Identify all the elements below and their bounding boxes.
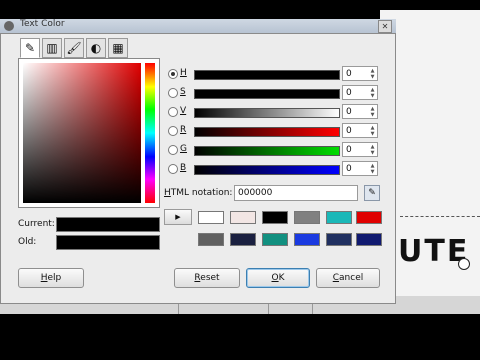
- html-notation-label: HTML notation:: [164, 188, 233, 198]
- history-swatch-6[interactable]: [356, 211, 382, 224]
- history-swatch-12[interactable]: [356, 233, 382, 246]
- history-swatch-2[interactable]: [230, 211, 256, 224]
- spin-r[interactable]: 0 ▲ ▼: [342, 123, 378, 138]
- slider-v[interactable]: [194, 108, 340, 118]
- palette-icon: ▦: [112, 41, 124, 55]
- slider-g[interactable]: [194, 146, 340, 156]
- spin-g[interactable]: 0 ▲ ▼: [342, 142, 378, 157]
- spin-v[interactable]: 0 ▲ ▼: [342, 104, 378, 119]
- html-notation-input[interactable]: [234, 185, 358, 201]
- palette-selector-tab[interactable]: ▦: [108, 38, 128, 58]
- history-swatch-10[interactable]: [294, 233, 320, 246]
- label-s: S: [180, 87, 186, 97]
- move-cursor-icon: [458, 258, 470, 270]
- radio-h[interactable]: [168, 69, 178, 79]
- arrow-right-icon: ▶: [175, 213, 181, 221]
- slider-h[interactable]: [194, 70, 340, 80]
- cancel-button[interactable]: Cancel: [316, 268, 380, 288]
- slider-b[interactable]: [194, 165, 340, 175]
- current-color-swatch: [56, 217, 160, 232]
- title-bar[interactable]: Text Color ✕: [0, 19, 396, 34]
- channel-row-g: G 0 ▲ ▼: [168, 142, 382, 158]
- history-swatch-4[interactable]: [294, 211, 320, 224]
- old-label: Old:: [18, 237, 37, 247]
- color-wheel-icon: ◐: [90, 41, 102, 55]
- reset-button[interactable]: Reset: [174, 268, 240, 288]
- channel-row-s: S 0 ▲ ▼: [168, 85, 382, 101]
- history-swatch-3[interactable]: [262, 211, 288, 224]
- gimp-selector-tab[interactable]: ✎: [20, 38, 40, 58]
- saturation-value-square[interactable]: [23, 63, 141, 203]
- history-add-button[interactable]: ▶: [164, 209, 192, 225]
- spin-b[interactable]: 0 ▲ ▼: [342, 161, 378, 176]
- old-color-swatch: [56, 235, 160, 250]
- radio-r[interactable]: [168, 126, 178, 136]
- history-swatch-8[interactable]: [230, 233, 256, 246]
- history-swatch-11[interactable]: [326, 233, 352, 246]
- channel-row-h: H 0 ▲ ▼: [168, 66, 382, 82]
- paintbrush-icon: 🖌: [66, 41, 82, 55]
- slider-s[interactable]: [194, 89, 340, 99]
- radio-g[interactable]: [168, 145, 178, 155]
- window-title: Text Color: [20, 19, 65, 29]
- cmyk-selector-tab[interactable]: ▥: [42, 38, 62, 58]
- label-b: B: [180, 163, 187, 173]
- channel-row-v: V 0 ▲ ▼: [168, 104, 382, 120]
- text-box-outline: [400, 216, 480, 217]
- close-icon[interactable]: ✕: [378, 20, 392, 33]
- wheel-selector-tab[interactable]: ◐: [86, 38, 106, 58]
- printer-icon: ▥: [46, 41, 58, 55]
- current-label: Current:: [18, 219, 55, 229]
- label-g: G: [180, 144, 187, 154]
- eyedropper-button[interactable]: ✎: [364, 185, 380, 201]
- history-swatch-7[interactable]: [198, 233, 224, 246]
- history-swatch-1[interactable]: [198, 211, 224, 224]
- history-swatch-5[interactable]: [326, 211, 352, 224]
- label-r: R: [180, 125, 187, 135]
- label-v: V: [180, 106, 187, 116]
- slider-r[interactable]: [194, 127, 340, 137]
- watercolor-selector-tab[interactable]: 🖌: [64, 38, 84, 58]
- spin-s[interactable]: 0 ▲ ▼: [342, 85, 378, 100]
- channel-row-r: R 0 ▲ ▼: [168, 123, 382, 139]
- history-swatch-9[interactable]: [262, 233, 288, 246]
- app-icon: [4, 21, 14, 31]
- label-h: H: [180, 68, 187, 78]
- spin-h[interactable]: 0 ▲ ▼: [342, 66, 378, 81]
- help-button[interactable]: Help: [18, 268, 84, 288]
- hue-strip[interactable]: [145, 63, 155, 203]
- ok-button[interactable]: OK: [246, 268, 310, 288]
- color-selector-tabs: ✎ ▥ 🖌 ◐ ▦: [20, 38, 130, 58]
- radio-v[interactable]: [168, 107, 178, 117]
- channel-row-b: B 0 ▲ ▼: [168, 161, 382, 177]
- eyedropper-icon: ✎: [368, 188, 376, 198]
- radio-s[interactable]: [168, 88, 178, 98]
- brush-icon: ✎: [24, 41, 36, 55]
- radio-b[interactable]: [168, 164, 178, 174]
- color-picker-area: [18, 58, 160, 208]
